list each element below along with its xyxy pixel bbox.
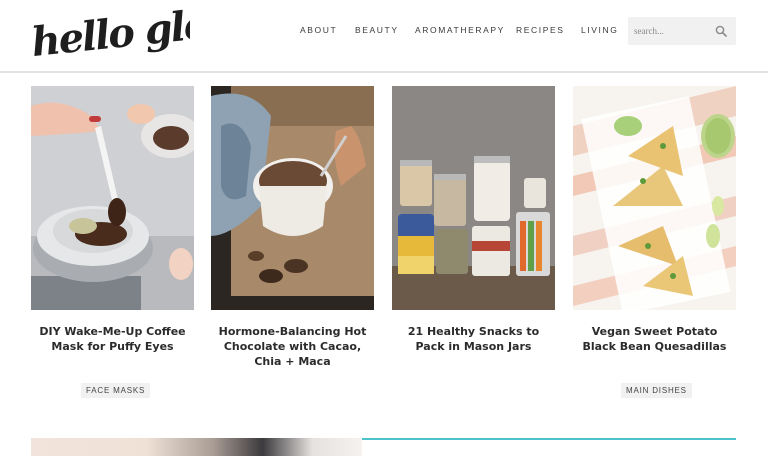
site-logo[interactable]: hello glow — [29, 0, 246, 70]
post-title[interactable]: Hormone-Balancing Hot Chocolate with Cac… — [211, 324, 374, 369]
logo-wordmark: hello glow — [29, 0, 246, 66]
nav-about[interactable]: ABOUT — [300, 25, 337, 35]
search-icon[interactable] — [715, 25, 727, 37]
nav-living[interactable]: LIVING — [581, 25, 618, 35]
accent-divider — [362, 438, 736, 440]
post-title[interactable]: DIY Wake-Me-Up Coffee Mask for Puffy Eye… — [31, 324, 194, 354]
category-tag-main-dishes[interactable]: MAIN DISHES — [621, 383, 692, 398]
post-card[interactable]: DIY Wake-Me-Up Coffee Mask for Puffy Eye… — [31, 86, 194, 354]
nav-beauty[interactable]: BEAUTY — [355, 25, 399, 35]
post-image-coffee-mask[interactable] — [31, 86, 194, 310]
post-image-quesadillas[interactable] — [573, 86, 736, 310]
nav-aromatherapy[interactable]: AROMATHERAPY — [415, 25, 505, 35]
post-title[interactable]: Vegan Sweet Potato Black Bean Quesadilla… — [573, 324, 736, 354]
next-post-image[interactable] — [31, 438, 362, 456]
post-card[interactable]: Hormone-Balancing Hot Chocolate with Cac… — [211, 86, 374, 369]
post-image-hot-chocolate[interactable] — [211, 86, 374, 310]
post-card[interactable]: 21 Healthy Snacks to Pack in Mason Jars — [392, 86, 555, 354]
post-image-mason-jars[interactable] — [392, 86, 555, 310]
post-card[interactable]: Vegan Sweet Potato Black Bean Quesadilla… — [573, 86, 736, 354]
search-input[interactable] — [634, 23, 714, 39]
svg-text:hello glow: hello glow — [30, 2, 190, 66]
nav-recipes[interactable]: RECIPES — [516, 25, 565, 35]
search-box — [628, 17, 736, 45]
post-title[interactable]: 21 Healthy Snacks to Pack in Mason Jars — [392, 324, 555, 354]
category-tag-face-masks[interactable]: FACE MASKS — [81, 383, 151, 398]
site-header: hello glow ABOUT BEAUTY AROMATHERAPY REC… — [0, 0, 768, 73]
